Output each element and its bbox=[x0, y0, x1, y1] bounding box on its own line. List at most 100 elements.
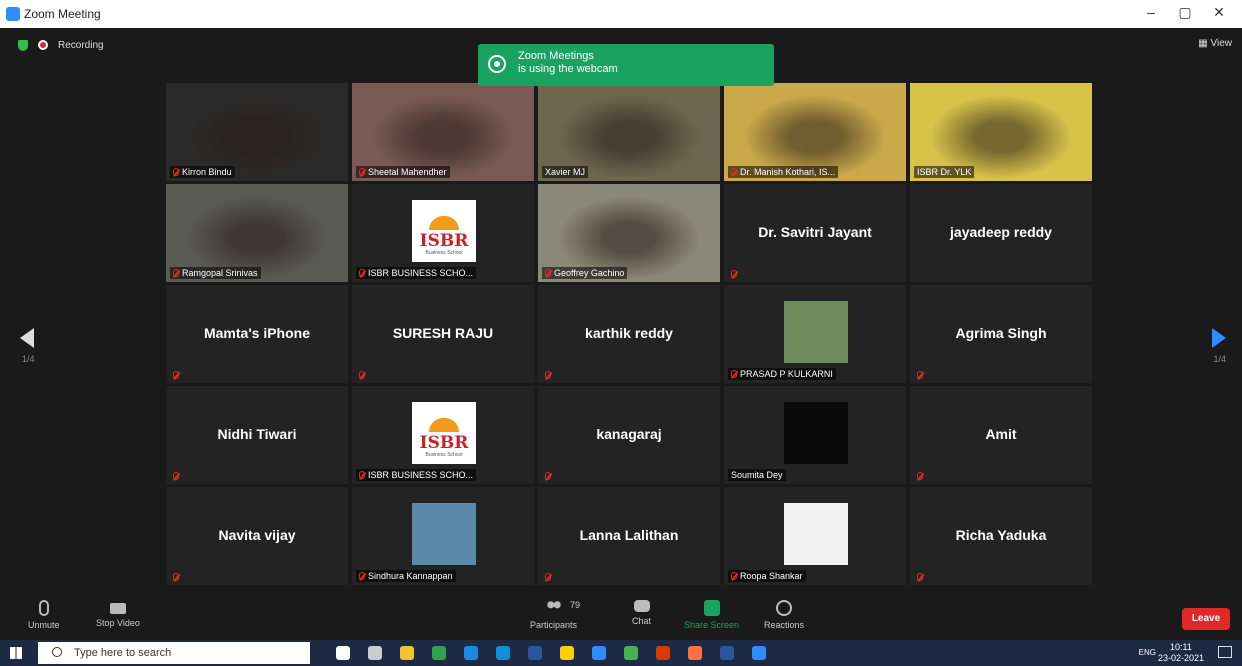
participant-name-label: Geoffrey Gachino bbox=[542, 267, 628, 279]
participant-tile[interactable]: kanagaraj bbox=[538, 386, 720, 484]
participant-tile[interactable]: ISBR Business School ISBR BUSINESS SCHO... bbox=[352, 386, 534, 484]
notification-icon[interactable] bbox=[1218, 646, 1232, 658]
taskbar-app-icon[interactable] bbox=[560, 646, 574, 660]
share-screen-label: Share Screen bbox=[684, 620, 740, 630]
participant-name-label bbox=[542, 370, 554, 380]
participant-tile[interactable]: Kirron Bindu bbox=[166, 83, 348, 181]
participant-tile[interactable]: Geoffrey Gachino bbox=[538, 184, 720, 282]
taskbar-app-icon[interactable] bbox=[752, 646, 766, 660]
leave-button[interactable]: Leave bbox=[1182, 608, 1230, 630]
participant-tile[interactable]: PRASAD P KULKARNI bbox=[724, 285, 906, 383]
participant-name-label bbox=[914, 471, 926, 481]
participant-name-label: ISBR Dr. YLK bbox=[914, 166, 975, 178]
stop-video-button[interactable]: Stop Video bbox=[96, 600, 140, 628]
meeting-area: Recording ▦ View Zoom Meetings is using … bbox=[0, 28, 1242, 594]
taskbar-app-icon[interactable] bbox=[368, 646, 382, 660]
status-row: Recording bbox=[18, 38, 104, 52]
taskbar-clock[interactable]: 10:11 23-02-2021 bbox=[1158, 642, 1204, 664]
taskbar-app-icon[interactable] bbox=[432, 646, 446, 660]
participants-icon bbox=[545, 600, 562, 616]
participant-tile[interactable]: Roopa Shankar bbox=[724, 487, 906, 585]
view-button[interactable]: ▦ View bbox=[1198, 38, 1232, 49]
page-indicator-right: 1/4 bbox=[1213, 354, 1226, 364]
mic-muted-icon bbox=[917, 472, 923, 480]
chat-icon bbox=[633, 600, 650, 612]
unmute-button[interactable]: Unmute bbox=[28, 600, 60, 630]
taskbar-app-icon[interactable] bbox=[656, 646, 670, 660]
next-page-arrow-icon[interactable] bbox=[1212, 328, 1226, 348]
participant-tile[interactable]: Mamta's iPhone bbox=[166, 285, 348, 383]
taskbar-app-icon[interactable] bbox=[464, 646, 478, 660]
recording-icon bbox=[38, 40, 48, 50]
participant-name: Xavier MJ bbox=[545, 167, 586, 177]
prev-page-arrow-icon[interactable] bbox=[20, 328, 34, 348]
participant-tile[interactable]: Sheetal Mahendher bbox=[352, 83, 534, 181]
taskbar-app-icon[interactable] bbox=[336, 646, 350, 660]
taskbar-app-icon[interactable] bbox=[592, 646, 606, 660]
webcam-icon bbox=[488, 55, 506, 73]
participant-tile[interactable]: jayadeep reddy bbox=[910, 184, 1092, 282]
clock-time: 10:11 bbox=[1170, 642, 1192, 652]
participant-name-label: Ramgopal Srinivas bbox=[170, 267, 261, 279]
isbr-logo: ISBR Business School bbox=[412, 200, 476, 262]
close-button[interactable]: ✕ bbox=[1204, 4, 1234, 21]
participant-tile[interactable]: Lanna Lalithan bbox=[538, 487, 720, 585]
participant-tile[interactable]: Dr. Savitri Jayant bbox=[724, 184, 906, 282]
participant-tile[interactable]: Ramgopal Srinivas bbox=[166, 184, 348, 282]
participant-tile[interactable]: Xavier MJ bbox=[538, 83, 720, 181]
mic-muted-icon bbox=[359, 371, 365, 379]
participant-tile[interactable]: Soumita Dey bbox=[724, 386, 906, 484]
participant-tile[interactable]: karthik reddy bbox=[538, 285, 720, 383]
webcam-notification: Zoom Meetings is using the webcam bbox=[478, 44, 774, 86]
mic-muted-icon bbox=[359, 269, 365, 277]
taskbar-app-icon[interactable] bbox=[688, 646, 702, 660]
participant-display-name: kanagaraj bbox=[596, 426, 662, 442]
taskbar-app-icon[interactable] bbox=[624, 646, 638, 660]
mic-muted-icon bbox=[173, 269, 179, 277]
participant-tile[interactable]: SURESH RAJU bbox=[352, 285, 534, 383]
participant-name-label bbox=[914, 572, 926, 582]
security-shield-icon[interactable] bbox=[18, 39, 28, 51]
windows-start-icon[interactable] bbox=[10, 647, 22, 659]
participant-display-name: Agrima Singh bbox=[955, 325, 1047, 341]
participant-tile[interactable]: Nidhi Tiwari bbox=[166, 386, 348, 484]
participant-name: Geoffrey Gachino bbox=[554, 268, 625, 278]
minimize-button[interactable]: – bbox=[1136, 4, 1166, 20]
participants-button[interactable]: 79 Participants bbox=[530, 600, 580, 630]
participant-name-label: Xavier MJ bbox=[542, 166, 589, 178]
taskbar-app-icon[interactable] bbox=[720, 646, 734, 660]
participant-tile[interactable]: Amit bbox=[910, 386, 1092, 484]
participant-display-name: Navita vijay bbox=[218, 527, 296, 543]
participant-tile[interactable]: Navita vijay bbox=[166, 487, 348, 585]
taskbar-app-icon[interactable] bbox=[496, 646, 510, 660]
taskbar-app-icon[interactable] bbox=[528, 646, 542, 660]
video-camera-icon bbox=[109, 603, 126, 614]
participant-name: Ramgopal Srinivas bbox=[182, 268, 258, 278]
share-screen-button[interactable]: Share Screen bbox=[684, 600, 739, 630]
reactions-button[interactable]: Reactions bbox=[764, 600, 804, 630]
chat-label: Chat bbox=[632, 616, 652, 626]
participant-tile[interactable]: Agrima Singh bbox=[910, 285, 1092, 383]
participant-tile[interactable]: ISBR Dr. YLK bbox=[910, 83, 1092, 181]
taskbar-search-input[interactable]: Type here to search bbox=[38, 642, 310, 664]
participant-name-label: ISBR BUSINESS SCHO... bbox=[356, 267, 477, 279]
taskbar-app-icon[interactable] bbox=[400, 646, 414, 660]
participant-name-label: PRASAD P KULKARNI bbox=[728, 368, 836, 380]
mic-muted-icon bbox=[545, 472, 551, 480]
share-screen-icon bbox=[703, 600, 720, 616]
participant-tile[interactable]: Dr. Manish Kothari, IS... bbox=[724, 83, 906, 181]
page-indicator-left: 1/4 bbox=[22, 354, 35, 364]
clock-date: 23-02-2021 bbox=[1157, 653, 1204, 663]
participant-tile[interactable]: ISBR Business School ISBR BUSINESS SCHO... bbox=[352, 184, 534, 282]
participant-tile[interactable]: Richa Yaduka bbox=[910, 487, 1092, 585]
mic-muted-icon bbox=[545, 573, 551, 581]
participant-tile[interactable]: Sindhura Kannappan bbox=[352, 487, 534, 585]
participant-name: Kirron Bindu bbox=[182, 167, 232, 177]
participant-name-label bbox=[170, 471, 182, 481]
maximize-button[interactable]: ▢ bbox=[1170, 4, 1200, 21]
language-indicator[interactable]: ENG bbox=[1139, 648, 1156, 657]
mic-muted-icon bbox=[917, 573, 923, 581]
participant-name: Sheetal Mahendher bbox=[368, 167, 447, 177]
mic-muted-icon bbox=[173, 371, 179, 379]
chat-button[interactable]: Chat bbox=[632, 600, 651, 626]
